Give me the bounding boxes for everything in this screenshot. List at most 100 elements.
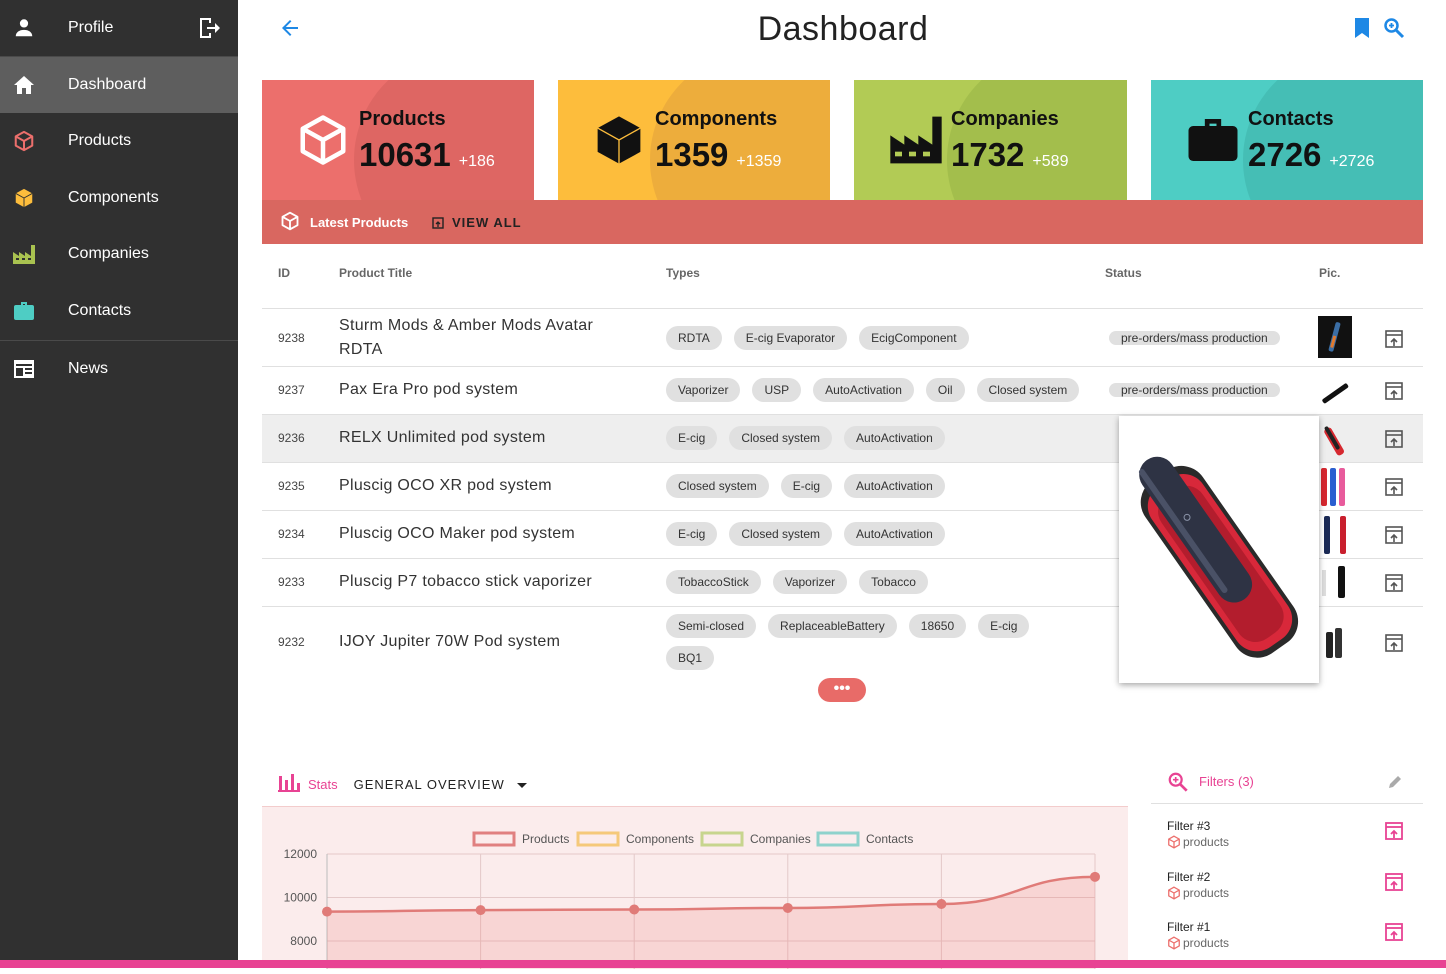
card-name: Contacts bbox=[1248, 108, 1334, 130]
sidebar-profile[interactable]: Profile bbox=[0, 0, 238, 56]
product-thumbnail[interactable] bbox=[1318, 370, 1352, 412]
page-title: Dashboard bbox=[757, 10, 929, 48]
row-id: 9237 bbox=[278, 383, 305, 397]
filter-item[interactable]: Filter #3 products bbox=[1167, 819, 1229, 849]
type-chip: USP bbox=[752, 378, 802, 402]
pencil-icon[interactable] bbox=[1387, 774, 1403, 795]
filter-name: Filter #3 bbox=[1167, 819, 1211, 833]
sidebar-item-companies[interactable]: Companies bbox=[0, 226, 238, 282]
sidebar-item-products[interactable]: Products bbox=[0, 113, 238, 169]
type-chip: AutoActivation bbox=[813, 378, 914, 402]
card-value: 1732 bbox=[951, 136, 1025, 173]
data-point bbox=[1090, 871, 1100, 882]
open-filter-icon[interactable] bbox=[1384, 821, 1406, 843]
cube-outline-icon bbox=[1168, 886, 1180, 900]
card-products[interactable]: Products 10631 +186 bbox=[262, 80, 534, 200]
product-thumbnail[interactable] bbox=[1318, 316, 1352, 358]
sidebar-item-label: Products bbox=[68, 132, 132, 149]
row-title[interactable]: IJOY Jupiter 70W Pod system bbox=[339, 630, 629, 654]
card-delta: +1359 bbox=[736, 153, 782, 170]
legend-label: Contacts bbox=[866, 832, 913, 846]
sidebar: Profile Dashboard Products Components Co… bbox=[0, 0, 238, 968]
type-chip: Closed system bbox=[976, 378, 1080, 402]
type-chip: EcigComponent bbox=[859, 326, 969, 350]
cube-outline-icon bbox=[1168, 936, 1180, 950]
load-more-button[interactable]: ••• bbox=[818, 678, 866, 702]
sidebar-item-news[interactable]: News bbox=[0, 341, 238, 397]
type-chip: Semi-closed bbox=[666, 614, 757, 638]
col-header-status: Status bbox=[1105, 266, 1142, 280]
filter-item[interactable]: Filter #2 products bbox=[1167, 870, 1229, 900]
data-point bbox=[936, 899, 947, 910]
sidebar-item-contacts[interactable]: Contacts bbox=[0, 283, 238, 339]
type-chip: E-cig bbox=[666, 426, 718, 450]
back-arrow-icon[interactable] bbox=[278, 16, 304, 42]
open-in-new-icon[interactable] bbox=[1384, 477, 1406, 499]
row-title[interactable]: Pluscig P7 tobacco stick vaporizer bbox=[339, 570, 629, 594]
open-in-new-icon[interactable] bbox=[1384, 633, 1406, 655]
filter-target: products bbox=[1183, 835, 1230, 849]
type-chip: AutoActivation bbox=[844, 474, 945, 498]
sidebar-item-label: Contacts bbox=[68, 302, 132, 319]
cube-outline-icon bbox=[280, 211, 300, 236]
bookmark-icon[interactable] bbox=[1352, 16, 1372, 45]
logout-icon[interactable] bbox=[198, 16, 220, 45]
col-header-title: Product Title bbox=[339, 266, 413, 280]
row-id: 9236 bbox=[278, 431, 305, 445]
card-contacts[interactable]: Contacts 2726 +2726 bbox=[1151, 80, 1423, 200]
sidebar-item-dashboard[interactable]: Dashboard bbox=[0, 57, 238, 113]
open-in-new-icon[interactable] bbox=[1384, 525, 1406, 547]
open-filter-icon[interactable] bbox=[1384, 922, 1406, 944]
open-in-new-icon[interactable] bbox=[1384, 381, 1406, 403]
sidebar-item-label: Components bbox=[68, 189, 159, 206]
product-thumbnail[interactable] bbox=[1318, 514, 1352, 556]
open-in-new-icon bbox=[432, 216, 444, 229]
sidebar-item-components[interactable]: Components bbox=[0, 170, 238, 226]
type-chip: AutoActivation bbox=[844, 426, 945, 450]
overview-dropdown[interactable]: GENERAL OVERVIEW bbox=[354, 777, 528, 792]
product-thumbnail[interactable] bbox=[1318, 466, 1352, 508]
filters-label[interactable]: Filters (3) bbox=[1199, 774, 1254, 789]
open-in-new-icon[interactable] bbox=[1384, 573, 1406, 595]
view-all-label: VIEW ALL bbox=[452, 215, 522, 230]
data-point bbox=[322, 906, 332, 917]
cube-icon bbox=[592, 112, 648, 168]
sidebar-item-label: News bbox=[68, 360, 109, 377]
row-title[interactable]: RELX Unlimited pod system bbox=[339, 426, 629, 450]
row-title[interactable]: Pluscig OCO XR pod system bbox=[339, 474, 629, 498]
row-title[interactable]: Pax Era Pro pod system bbox=[339, 378, 629, 402]
card-value: 2726 bbox=[1248, 136, 1322, 173]
product-thumbnail[interactable] bbox=[1318, 562, 1352, 604]
row-title[interactable]: Pluscig OCO Maker pod system bbox=[339, 522, 629, 546]
open-filter-icon[interactable] bbox=[1384, 872, 1406, 894]
legend-swatch bbox=[576, 831, 620, 847]
search-plus-icon bbox=[1167, 771, 1189, 798]
type-chip: E-cig bbox=[666, 522, 718, 546]
table-row[interactable]: 9237 Pax Era Pro pod system Vaporizer US… bbox=[262, 366, 1423, 414]
sidebar-item-label: Companies bbox=[68, 245, 149, 262]
overview-dropdown-value: GENERAL OVERVIEW bbox=[353, 777, 505, 792]
y-tick-label: 8000 bbox=[290, 934, 317, 948]
card-companies[interactable]: Companies 1732 +589 bbox=[854, 80, 1127, 200]
cube-outline-icon bbox=[296, 112, 352, 168]
cube-outline-icon bbox=[1168, 835, 1180, 849]
legend-label: Products bbox=[522, 832, 569, 846]
stats-header: Stats GENERAL OVERVIEW bbox=[278, 772, 528, 797]
open-in-new-icon[interactable] bbox=[1384, 429, 1406, 451]
view-all-button[interactable]: VIEW ALL bbox=[432, 215, 522, 230]
product-thumbnail[interactable] bbox=[1318, 418, 1352, 460]
legend-swatch bbox=[816, 831, 860, 847]
row-title[interactable]: Sturm Mods & Amber Mods Avatar RDTA bbox=[339, 314, 629, 362]
card-name: Companies bbox=[951, 108, 1059, 130]
search-zoom-icon[interactable] bbox=[1382, 16, 1406, 45]
product-thumbnail[interactable] bbox=[1318, 622, 1352, 664]
row-id: 9235 bbox=[278, 479, 305, 493]
series-area bbox=[327, 876, 1095, 969]
table-row[interactable]: 9238 Sturm Mods & Amber Mods Avatar RDTA… bbox=[262, 308, 1423, 366]
data-point bbox=[629, 904, 640, 915]
filter-item[interactable]: Filter #1 products bbox=[1167, 920, 1229, 950]
card-components[interactable]: Components 1359 +1359 bbox=[558, 80, 830, 200]
row-id: 9233 bbox=[278, 575, 305, 589]
open-in-new-icon[interactable] bbox=[1384, 329, 1406, 351]
card-delta: +589 bbox=[1032, 153, 1069, 170]
